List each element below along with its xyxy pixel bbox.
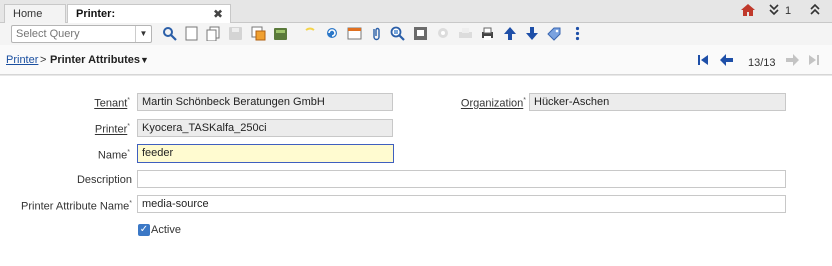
grid-toggle-icon[interactable] [325, 26, 340, 41]
printer-field: Kyocera_TASKalfa_250ci [137, 119, 393, 137]
breadcrumb: Printer > Printer Attributes▼ 13/13 [0, 45, 832, 75]
double-chevron-up-icon[interactable] [810, 2, 820, 20]
new-record-icon[interactable] [184, 26, 199, 41]
name-field[interactable]: feeder [137, 144, 394, 163]
breadcrumb-current-label: Printer Attributes [50, 54, 141, 66]
active-checkbox-label[interactable]: Active [151, 224, 181, 236]
next-record-icon [785, 54, 799, 68]
printer-attribute-name-label: Printer Attribute Name* [0, 200, 132, 213]
window-count: 1 [785, 5, 792, 17]
required-mark: * [127, 149, 130, 156]
breadcrumb-current[interactable]: Printer Attributes▼ [50, 54, 149, 66]
tenant-label-text: Tenant [94, 97, 128, 110]
name-label: Name* [70, 149, 130, 162]
zoom-icon[interactable] [369, 26, 384, 41]
active-checkbox[interactable]: ✓ [138, 224, 150, 236]
copy-details-icon[interactable] [251, 26, 266, 41]
description-field[interactable] [137, 170, 786, 188]
previous-record-icon[interactable] [720, 54, 734, 68]
more-options-icon[interactable] [546, 26, 561, 41]
search-icon[interactable] [162, 26, 177, 41]
organization-label-text: Organization [460, 97, 524, 110]
print-preview-icon[interactable] [436, 26, 451, 41]
record-counter: 13/13 [748, 57, 776, 69]
record-form: Tenant* Martin Schönbeck Beratungen GmbH… [0, 76, 832, 266]
workflow-icon[interactable] [413, 26, 428, 41]
tenant-label[interactable]: Tenant* [70, 97, 130, 110]
archive-icon[interactable] [390, 26, 405, 41]
close-icon[interactable]: ✖ [213, 5, 223, 23]
tenant-field: Martin Schönbeck Beratungen GmbH [137, 93, 393, 111]
select-query-combo[interactable]: ▼ [11, 25, 152, 43]
printer-attribute-name-field[interactable]: media-source [137, 195, 786, 213]
tab-printer[interactable]: Printer: Kyocera_TASKalfa_2... ✖ [67, 4, 231, 38]
required-mark: * [129, 200, 132, 207]
organization-label[interactable]: Organization* [440, 97, 526, 110]
tag-icon[interactable] [525, 26, 540, 41]
breadcrumb-parent-link[interactable]: Printer [6, 54, 38, 66]
up-arrow-icon[interactable] [480, 26, 495, 41]
report-icon[interactable] [273, 26, 288, 41]
organization-field: Hücker-Aschen [529, 93, 786, 111]
caret-down-icon[interactable]: ▼ [140, 55, 149, 65]
home-icon[interactable] [740, 2, 756, 20]
double-chevron-down-icon[interactable] [769, 2, 779, 20]
toolbar: ▼ [0, 23, 832, 45]
chevron-down-icon[interactable]: ▼ [135, 26, 151, 42]
description-label: Description [76, 174, 132, 186]
last-record-icon [808, 54, 820, 68]
refresh-icon[interactable] [303, 26, 318, 41]
copy-icon[interactable] [206, 26, 221, 42]
printer-label[interactable]: Printer* [70, 123, 130, 136]
printer-attribute-name-label-text: Printer Attribute Name [21, 200, 130, 213]
print-icon[interactable] [458, 26, 473, 41]
breadcrumb-separator: > [40, 54, 47, 66]
required-mark: * [523, 97, 526, 104]
tab-bar: Home (13) Printer: Kyocera_TASKalfa_2...… [0, 0, 832, 38]
tab-home[interactable]: Home (13) [4, 4, 66, 38]
save-icon[interactable] [228, 26, 243, 41]
required-mark: * [127, 97, 130, 104]
printer-label-text: Printer [94, 123, 128, 136]
down-arrow-icon[interactable] [503, 26, 518, 41]
first-record-icon[interactable] [697, 54, 709, 68]
attachment-icon[interactable] [347, 26, 362, 41]
name-label-text: Name [97, 149, 128, 162]
vertical-ellipsis-icon[interactable] [570, 26, 585, 41]
required-mark: * [127, 123, 130, 130]
select-query-input[interactable] [12, 26, 130, 42]
